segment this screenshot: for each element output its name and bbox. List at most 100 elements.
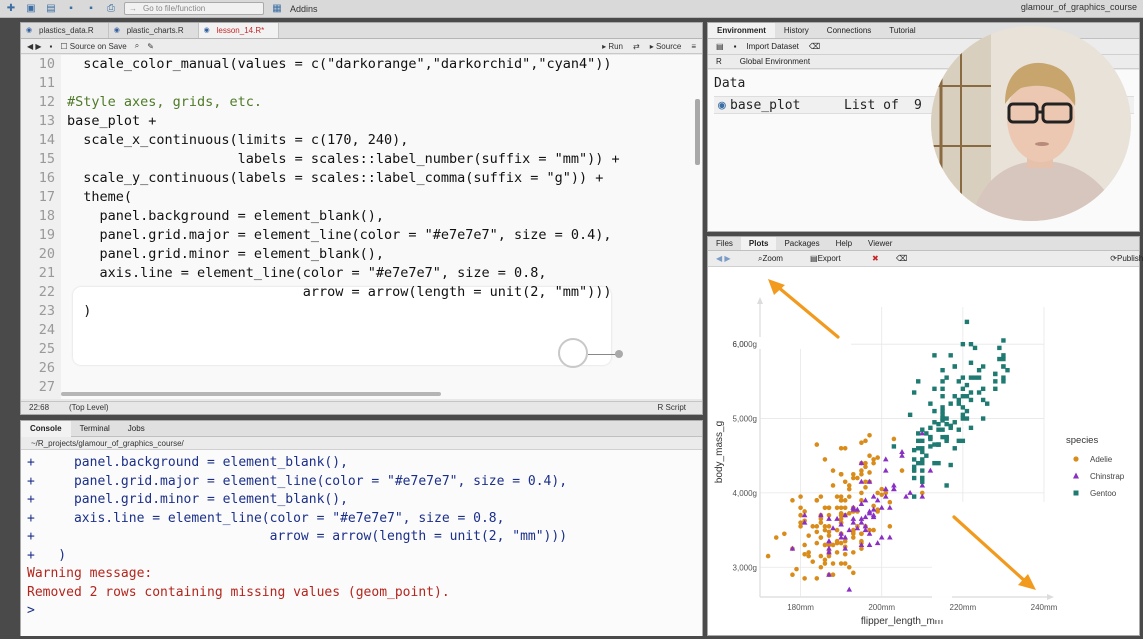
run-button[interactable]: ▸ Run [602,42,623,51]
tab-packages[interactable]: Packages [776,237,827,250]
point-adelie [814,529,820,535]
point-adelie [842,551,848,557]
point-gentoo [916,446,921,451]
point-gentoo [928,444,933,449]
tab-files[interactable]: Files [708,237,741,250]
x-tick-label: 240mm [1031,603,1058,612]
open-env-icon[interactable]: ▤ [716,39,724,54]
language-dropdown[interactable]: R [716,55,722,68]
addins-menu[interactable]: Addins [290,4,318,14]
line-number: 23 [38,303,55,319]
point-adelie [838,472,844,477]
source-button[interactable]: ▸ Source [650,42,682,51]
tab-help[interactable]: Help [828,237,860,250]
line-code: base_plot + [67,113,157,129]
code-area[interactable]: 10 scale_color_manual(values = c("darkor… [21,55,702,399]
outline-icon[interactable]: ≡ [691,42,696,51]
legend-label-gentoo: Gentoo [1090,489,1117,498]
point-gentoo [916,438,921,444]
click-indicator [558,338,588,368]
wand-icon[interactable]: ✎ [147,42,154,51]
scope-select[interactable]: Global Environment [740,55,810,68]
layout-icon[interactable]: ▦ [270,3,284,15]
point-adelie [834,505,840,511]
point-gentoo [940,394,945,399]
point-adelie [859,490,864,496]
back-icon[interactable]: ◀ ▶ [27,42,42,51]
console-output[interactable]: + panel.background = element_blank(), + p… [21,450,702,636]
plots-pane: Files Plots Packages Help Viewer ◀ ▶ ⌕ Z… [707,236,1143,636]
save-file-icon[interactable]: ▪ [50,42,53,51]
console-line: + panel.background = element_blank(), [27,455,348,470]
scope-dropdown[interactable]: (Top Level) [69,402,109,414]
tab-terminal[interactable]: Terminal [71,424,119,433]
tab-tutorial[interactable]: Tutorial [880,23,924,38]
point-gentoo [972,345,978,351]
save-env-icon[interactable]: ▪ [734,39,737,54]
point-adelie [899,468,905,473]
print-icon[interactable]: ⎙ [104,3,118,15]
point-gentoo [1005,368,1010,373]
point-gentoo [911,390,917,395]
publish-button[interactable]: ⟳ Publish [1110,251,1143,267]
new-project-icon[interactable]: ▣ [24,3,38,15]
tab-console[interactable]: Console [21,420,71,437]
point-gentoo [993,386,998,391]
point-chinstrap [882,456,889,462]
point-adelie [814,576,820,581]
tab-lesson-14[interactable]: lesson_14.R* [198,23,280,39]
point-adelie [863,438,868,444]
point-gentoo [940,386,945,391]
tab-plastics-data[interactable]: plastics_data.R [21,23,109,39]
point-gentoo [936,421,941,427]
tab-plots[interactable]: Plots [740,237,777,250]
rerun-icon[interactable]: ⇄ [633,42,640,51]
goto-file-input[interactable]: Go to file/function [124,2,264,15]
export-button[interactable]: ▤ Export [810,251,841,267]
prev-plot-icon[interactable]: ◀ ▶ [716,251,731,267]
line-code: axis.line = element_line(color = "#e7e7e… [67,265,547,281]
tab-viewer[interactable]: Viewer [860,237,900,250]
tab-environment[interactable]: Environment [708,23,775,38]
zoom-button[interactable]: ⌕ Zoom [758,251,783,267]
tab-history[interactable]: History [775,23,818,38]
y-tick-label: 4,000g [733,489,757,498]
point-adelie [842,498,848,503]
delete-plot-icon[interactable]: ✖ [872,251,879,267]
horizontal-scrollbar[interactable] [61,392,441,396]
line-code: arrow = arrow(length = unit(2, "mm"))) [67,284,612,300]
clear-plots-icon[interactable]: ⌫ [896,251,907,267]
broom-icon[interactable]: ⌫ [809,39,820,54]
tab-plastic-charts[interactable]: plastic_charts.R [109,23,199,39]
console-line: + panel.grid.minor = element_blank(), [27,492,348,507]
search-icon[interactable]: ⌕ [135,41,139,51]
import-dataset-button[interactable]: Import Dataset [746,39,798,54]
save-icon[interactable]: ▪ [64,3,78,15]
point-adelie [838,540,844,546]
expand-icon[interactable]: ◉ [718,97,726,114]
point-gentoo [964,382,970,388]
tab-jobs[interactable]: Jobs [119,424,154,433]
save-all-icon[interactable]: ▪ [84,3,98,15]
point-gentoo [911,447,917,453]
open-file-icon[interactable]: ▤ [44,3,58,15]
point-chinstrap [927,467,934,473]
point-gentoo [944,421,949,427]
filetype-dropdown[interactable]: R Script [658,402,686,414]
zoom-label: Zoom [762,254,783,263]
project-name[interactable]: glamour_of_graphics_course [1021,2,1137,12]
y-tick-label: 3,000g [733,563,757,572]
point-gentoo [997,345,1002,351]
new-file-icon[interactable]: ✚ [4,3,18,15]
point-adelie [842,445,848,451]
point-adelie [818,553,824,559]
tab-connections[interactable]: Connections [818,23,880,38]
vertical-scrollbar[interactable] [695,99,700,165]
source-label: Source [655,41,682,51]
line-number: 28 [27,397,55,399]
point-gentoo [1001,353,1006,358]
point-adelie [773,535,779,540]
point-gentoo [968,425,974,431]
point-adelie [838,511,844,516]
source-on-save-checkbox[interactable]: ☐ Source on Save [60,42,126,51]
